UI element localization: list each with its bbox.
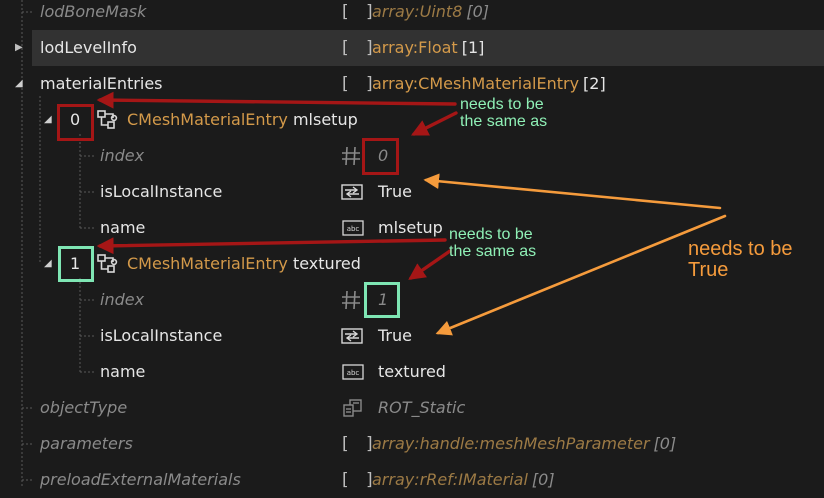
annotation-note: needs to be True xyxy=(688,238,793,281)
annotation-note: needs to be the same as xyxy=(449,226,537,260)
annotation-note: needs to be the same as xyxy=(460,96,548,130)
property-tree: lodBoneMask [ ] array:Uint8 [0] ▶ lodLeve… xyxy=(0,0,824,498)
